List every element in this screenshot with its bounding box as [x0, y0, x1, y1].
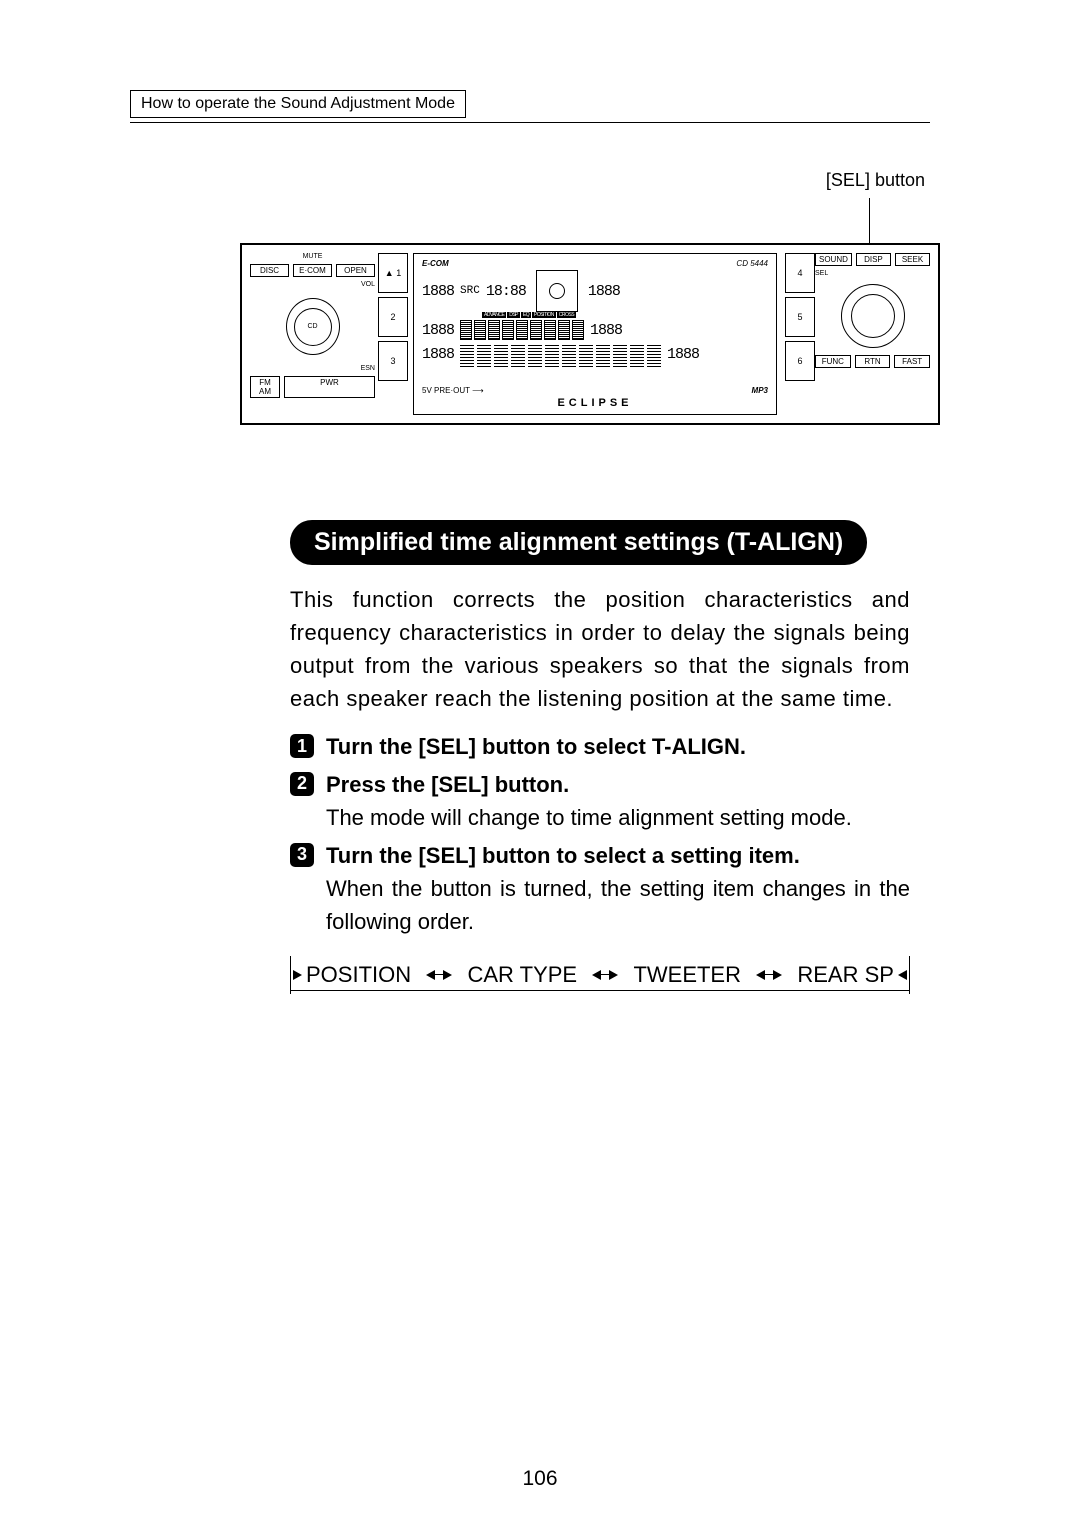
func-button: FUNC	[815, 355, 851, 368]
callout-line	[869, 198, 870, 246]
knob-label: CD	[307, 323, 317, 330]
pwr-button: PWR	[284, 376, 375, 398]
disp-top-row: E-COM CD 5444	[422, 259, 768, 268]
cycle-diagram: POSITION CAR TYPE TWEETER REAR SP	[290, 956, 910, 1016]
sun-icon	[536, 270, 578, 312]
sound-button: SOUND	[815, 253, 852, 266]
cycle-cartype: CAR TYPE	[467, 962, 577, 988]
fm-am-button: FMAM	[250, 376, 280, 398]
graphic-eq	[460, 320, 584, 340]
eject-icon: ▲	[385, 268, 394, 278]
model-text: CD 5444	[736, 259, 768, 268]
preset-col-left: ▲ 1 2 3	[378, 253, 408, 415]
step-1-title: Turn the [SEL] button to select T-ALIGN.	[326, 731, 910, 763]
spectrum	[460, 345, 661, 367]
page: How to operate the Sound Adjustment Mode…	[0, 0, 1080, 1533]
page-number: 106	[0, 1467, 1080, 1491]
seg-right-3: 1888	[667, 346, 699, 363]
car-stereo-faceplate: MUTE DISC E·COM OPEN VOL CD ESN FMAM PWR…	[240, 243, 940, 425]
sel-callout-label: [SEL] button	[826, 170, 925, 191]
seg-1: 1888	[422, 283, 454, 300]
preset-6: 6	[785, 341, 815, 381]
step-2-num: 2	[290, 772, 314, 796]
seg-src: SRC	[460, 285, 480, 297]
right-panel: SOUND DISP SEEK SEL FUNC RTN FAST	[815, 253, 930, 415]
cycle-rearsp: REAR SP	[797, 962, 894, 988]
step-2-title: Press the [SEL] button.	[326, 769, 910, 801]
preset-3: 3	[378, 341, 408, 381]
preset-1: ▲ 1	[378, 253, 408, 293]
sel-knob	[841, 284, 905, 348]
seg-time: 18:88	[486, 283, 526, 300]
sel-label: SEL	[815, 270, 930, 277]
step-3-desc: When the button is turned, the setting i…	[326, 872, 910, 938]
seg-3: 1888	[422, 346, 454, 363]
section-intro: This function corrects the position char…	[290, 583, 910, 715]
seg-right-1: 1888	[588, 283, 620, 300]
cycle-position: POSITION	[306, 962, 411, 988]
step-1: 1 Turn the [SEL] button to select T-ALIG…	[290, 731, 910, 763]
volume-knob: CD	[286, 298, 340, 355]
open-button: OPEN	[336, 264, 375, 277]
vol-label: VOL	[250, 281, 375, 288]
seg-right-2: 1888	[590, 322, 622, 339]
step-2: 2 Press the [SEL] button. The mode will …	[290, 769, 910, 834]
esn-label: ESN	[250, 365, 375, 372]
cycle-tweeter: TWEETER	[633, 962, 741, 988]
lcd-display: E-COM CD 5444 1888 SRC 18:88 1888 ADVANC…	[413, 253, 777, 415]
disp-button: DISP	[856, 253, 891, 266]
left-panel: MUTE DISC E·COM OPEN VOL CD ESN FMAM PWR	[250, 253, 375, 415]
step-2-desc: The mode will change to time alignment s…	[326, 801, 910, 834]
preset-4: 4	[785, 253, 815, 293]
step-3-num: 3	[290, 843, 314, 867]
mute-label: MUTE	[250, 253, 375, 260]
content-column: Simplified time alignment settings (T-AL…	[290, 520, 910, 1016]
breadcrumb: How to operate the Sound Adjustment Mode	[130, 90, 466, 118]
eclipse-brand: ECLIPSE	[422, 397, 768, 409]
header-bar: How to operate the Sound Adjustment Mode	[130, 90, 930, 123]
rtn-button: RTN	[855, 355, 891, 368]
seg-2: 1888	[422, 322, 454, 339]
fast-button: FAST	[894, 355, 930, 368]
preset-2: 2	[378, 297, 408, 337]
step-1-num: 1	[290, 734, 314, 758]
brand-text: E-COM	[422, 259, 449, 268]
section-heading: Simplified time alignment settings (T-AL…	[290, 520, 867, 565]
preset-5: 5	[785, 297, 815, 337]
preset-col-right: 4 5 6	[785, 253, 815, 415]
step-3: 3 Turn the [SEL] button to select a sett…	[290, 840, 910, 938]
step-3-title: Turn the [SEL] button to select a settin…	[326, 840, 910, 872]
indicator-row: ADVANCE DSP EQ POSITION CROSS	[482, 312, 768, 318]
disc-button: DISC	[250, 264, 289, 277]
ecom-button: E·COM	[293, 264, 332, 277]
seek-button: SEEK	[895, 253, 930, 266]
disp-bottom: 5V PRE·OUT ⟶ MP3	[422, 386, 768, 395]
